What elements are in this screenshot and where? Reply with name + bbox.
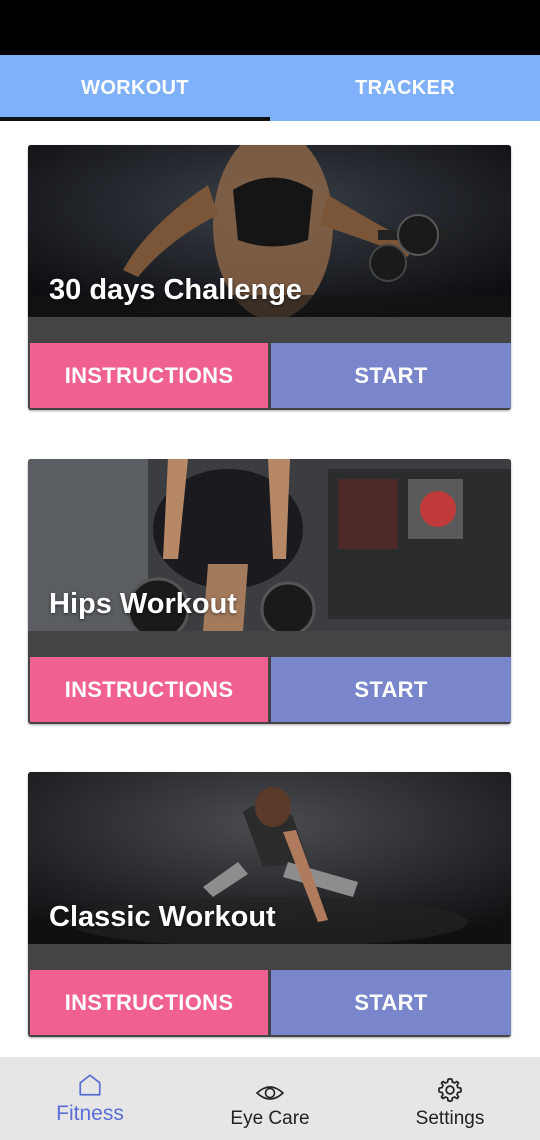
nav-label-settings: Settings (415, 1107, 485, 1129)
card-buttons: INSTRUCTIONS START (30, 343, 511, 408)
workout-card-classic: Classic Workout INSTRUCTIONS START (28, 772, 511, 1037)
status-bar (0, 0, 540, 55)
start-button[interactable]: START (271, 657, 511, 722)
card-title: Hips Workout (49, 588, 237, 620)
tab-tracker[interactable]: TRACKER (270, 55, 540, 121)
tab-workout[interactable]: WORKOUT (0, 55, 270, 121)
card-image-hips: Hips Workout (28, 459, 511, 631)
nav-label-fitness: Fitness (56, 1101, 124, 1125)
tab-active-indicator (0, 117, 270, 121)
instructions-button[interactable]: INSTRUCTIONS (30, 970, 268, 1035)
home-icon (79, 1073, 101, 1096)
nav-item-fitness[interactable]: Fitness (0, 1057, 180, 1140)
instructions-button[interactable]: INSTRUCTIONS (30, 657, 268, 722)
eye-icon (255, 1085, 285, 1100)
nav-label-eye-care: Eye Care (230, 1107, 310, 1129)
card-title: Classic Workout (49, 901, 276, 933)
workout-card-hips: Hips Workout INSTRUCTIONS START (28, 459, 511, 724)
nav-item-settings[interactable]: Settings (360, 1057, 540, 1140)
gear-icon (438, 1077, 462, 1102)
tab-tracker-label: TRACKER (355, 76, 455, 99)
bottom-navigation: Fitness Eye Care Settings (0, 1057, 540, 1140)
workout-card-30-days: 30 days Challenge INSTRUCTIONS START (28, 145, 511, 410)
card-buttons: INSTRUCTIONS START (30, 657, 511, 722)
instructions-button[interactable]: INSTRUCTIONS (30, 343, 268, 408)
start-button[interactable]: START (271, 343, 511, 408)
card-image-classic: Classic Workout (28, 772, 511, 944)
card-image-30-days: 30 days Challenge (28, 145, 511, 317)
nav-item-eye-care[interactable]: Eye Care (180, 1057, 360, 1140)
card-buttons: INSTRUCTIONS START (30, 970, 511, 1035)
tab-workout-label: WORKOUT (81, 76, 189, 99)
card-title: 30 days Challenge (49, 274, 303, 306)
start-button[interactable]: START (271, 970, 511, 1035)
tab-bar: WORKOUT TRACKER (0, 55, 540, 121)
